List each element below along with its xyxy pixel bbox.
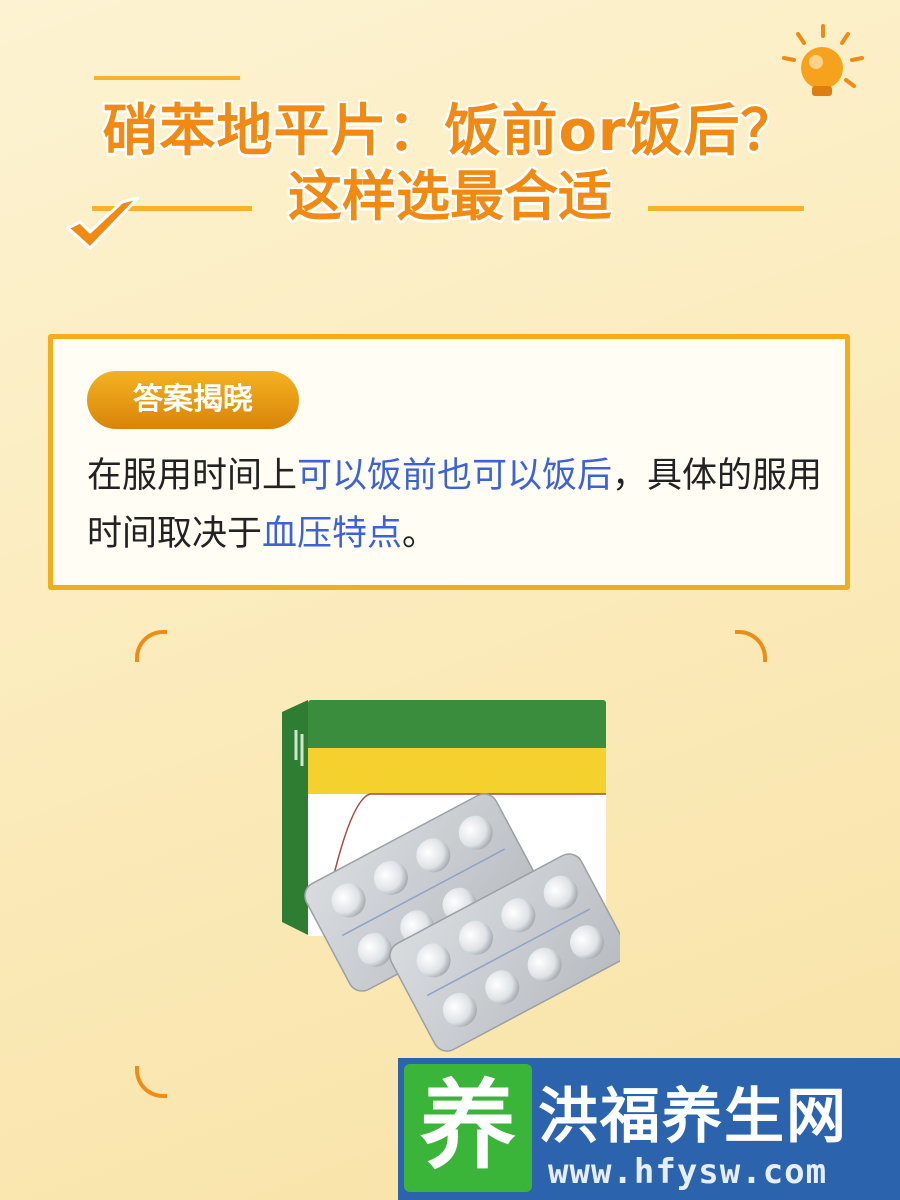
title-deco-line-top [94,76,240,80]
site-name: 洪福养生网 [538,1082,848,1152]
answer-highlight-bp: 血压特点 [262,514,403,554]
answer-highlight-timing: 可以饭前也可以饭后 [297,456,613,496]
answer-badge: 答案揭晓 [87,371,299,429]
site-logo: 养 [404,1064,532,1192]
answer-text-part1: 在服用时间上 [87,456,298,496]
frame-corner-top-left [135,630,167,662]
medicine-box-illustration [282,700,620,1052]
answer-text-part3: 。 [402,514,438,554]
frame-corner-top-right [735,630,767,662]
answer-text: 在服用时间上可以饭前也可以饭后，具体的服用时间取决于血压特点。 [87,447,827,563]
answer-card: 答案揭晓 在服用时间上可以饭前也可以饭后，具体的服用时间取决于血压特点。 [48,334,850,590]
checkmark-icon [66,196,140,250]
frame-corner-bottom-left [135,1066,167,1098]
site-watermark-banner: 养 洪福养生网 www.hfysw.com [398,1058,900,1200]
site-url: www.hfysw.com [548,1152,828,1192]
